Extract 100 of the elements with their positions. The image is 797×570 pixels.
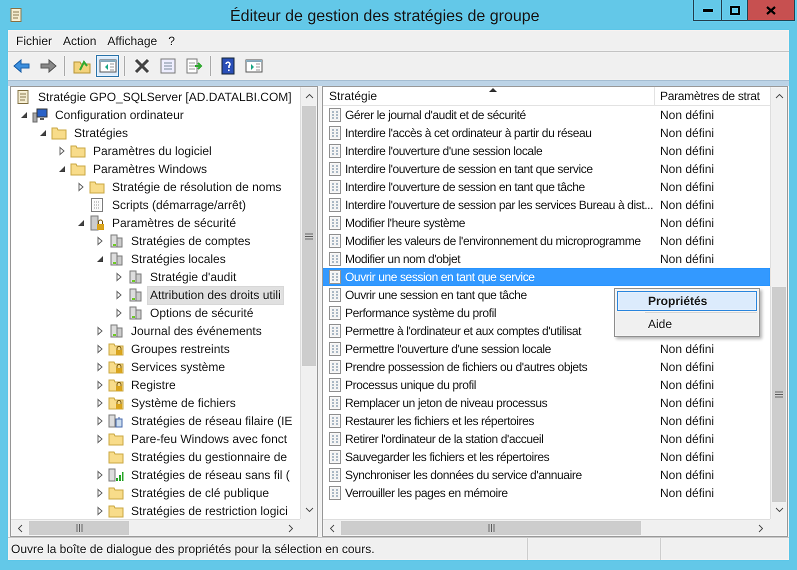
policy-setting: Non défini [659,341,714,358]
scroll-right-icon[interactable] [286,524,295,532]
horizontal-scrollbar[interactable] [323,519,770,536]
policy-setting: Non défini [659,143,714,160]
tree-item[interactable]: Stratégie GPO_SQLServer [AD.DATALBI.COM] [35,88,295,106]
close-button[interactable] [748,0,794,20]
script-icon [89,197,105,213]
maximize-icon [730,6,740,14]
context-menu-item[interactable]: Propriétés [617,291,757,311]
locked-folder-icon [108,395,124,411]
policy-name[interactable]: Interdire l'accès à cet ordinateur à partir du réseau [345,124,592,142]
policy-name[interactable]: Restaurer les fichiers et les répertoires [345,412,534,430]
scroll-left-icon[interactable] [328,524,337,532]
folder-icon [70,161,86,177]
sort-arrow-icon [489,88,497,92]
scroll-down-icon[interactable] [774,505,784,514]
tree-item[interactable]: Stratégies de comptes [128,232,254,250]
locked-folder-icon [108,341,124,357]
tree-item[interactable]: Stratégie d'audit [147,268,240,286]
column-header[interactable]: Stratégie [323,87,655,105]
policy-name[interactable]: Modifier les valeurs de l'environnement du microprogramme [345,232,641,250]
console-tree-button[interactable] [96,55,119,77]
scroll-icon[interactable] [8,7,24,23]
tree-item[interactable]: Stratégies du gestionnaire de [128,448,290,466]
tree-item[interactable]: Registre [128,376,179,394]
tree-item[interactable]: Stratégies [71,124,132,142]
tree-item[interactable]: Stratégies locales [128,250,229,268]
policy-icon [327,323,343,339]
server-icon [108,233,124,249]
collapse-icon[interactable] [95,254,105,264]
context-menu-item[interactable]: Aide [617,314,757,334]
horizontal-scrollbar[interactable] [11,519,300,536]
policy-name[interactable]: Ouvrir une session en tant que tâche [345,286,527,304]
tree-item[interactable]: Paramètres du logiciel [90,142,215,160]
policy-name[interactable]: Modifier un nom d'objet [345,250,460,268]
tree-item[interactable]: Services système [128,358,228,376]
vertical-scrollbar[interactable] [300,87,317,519]
tree-item[interactable]: Scripts (démarrage/arrêt) [109,196,250,214]
policy-name[interactable]: Permettre à l'ordinateur et aux comptes d'utilisat [345,322,582,340]
column-header[interactable]: Paramètres de strat [655,87,770,105]
vertical-scrollbar[interactable] [770,87,787,519]
policy-icon [327,161,343,177]
tree-item[interactable]: Système de fichiers [128,394,239,412]
collapse-icon[interactable] [76,218,86,228]
tree-item[interactable]: Stratégies de réseau filaire (IE [128,412,296,430]
tree-item[interactable]: Options de sécurité [147,304,256,322]
policy-name[interactable]: Remplacer un jeton de niveau processus [345,394,548,412]
policy-name[interactable]: Performance système du profil [345,304,496,322]
policy-name[interactable]: Processus unique du profil [345,376,476,394]
grip-icon [76,524,82,532]
tree-item[interactable]: Stratégies de réseau sans fil ( [128,466,293,484]
policy-icon [327,395,343,411]
policy-icon [327,269,343,285]
expand-icon[interactable] [76,182,86,192]
tree-item[interactable]: Paramètres Windows [90,160,210,178]
menu-item[interactable]: ? [163,32,180,50]
policy-icon [327,251,343,267]
policy-setting: Non défini [659,251,714,268]
policy-icon [327,305,343,321]
menu-item[interactable]: Action [58,32,102,50]
policy-name[interactable]: Verrouiller les pages en mémoire [345,484,508,502]
policy-name[interactable]: Interdire l'ouverture de session en tant que tâche [345,178,585,196]
grip-icon [488,524,494,532]
policy-name[interactable]: Interdire l'ouverture d'une session locale [345,142,542,160]
expand-icon[interactable] [57,146,67,156]
scroll-up-icon[interactable] [774,92,784,101]
scroll-up-icon[interactable] [304,92,314,101]
policy-icon [327,341,343,357]
tree-item[interactable]: Configuration ordinateur [52,106,187,124]
policy-setting: Non défini [659,107,714,124]
policy-icon [327,287,343,303]
policy-name[interactable]: Permettre l'ouverture d'une session locale [345,340,551,358]
grip-icon [775,391,783,398]
menu-item[interactable]: Fichier [11,32,58,50]
scroll-left-icon[interactable] [16,524,25,532]
policy-name[interactable]: Interdire l'ouverture de session par les services Bureau à dist... [345,196,654,214]
policy-name[interactable]: Interdire l'ouverture de session en tant que service [345,160,593,178]
tree-item[interactable]: Groupes restreints [128,340,233,358]
policy-name[interactable]: Gérer le journal d'audit et de sécurité [345,106,526,124]
tree-item[interactable]: Pare-feu Windows avec fonct [128,430,290,448]
policy-name[interactable]: Retirer l'ordinateur de la station d'accueil [345,430,544,448]
tree-item[interactable]: Stratégies de clé publique [128,484,272,502]
server-icon [127,287,143,303]
policy-name[interactable]: Prendre possession de fichiers ou d'autres objets [345,358,588,376]
tree-item[interactable]: Paramètres de sécurité [109,214,240,232]
menu-item[interactable]: Affichage [102,32,162,50]
tree-item[interactable]: Stratégies de restriction logici [128,502,291,519]
scroll-down-icon[interactable] [304,505,314,514]
tree-item[interactable]: Attribution des droits utili [147,286,284,304]
policy-icon [327,431,343,447]
scroll-right-icon[interactable] [756,524,765,532]
minimize-icon [702,8,712,12]
policy-name[interactable]: Synchroniser les données du service d'annuaire [345,466,582,484]
window-title: Éditeur de gestion des stratégies de groupe [230,6,540,27]
tree-item[interactable]: Journal des événements [128,322,265,340]
tree-item[interactable]: Stratégie de résolution de noms [109,178,284,196]
collapse-icon[interactable] [57,164,67,174]
policy-name[interactable]: Sauvegarder les fichiers et les répertoires [345,448,550,466]
expand-icon[interactable] [95,236,105,246]
policy-name[interactable]: Modifier l'heure système [345,214,466,232]
